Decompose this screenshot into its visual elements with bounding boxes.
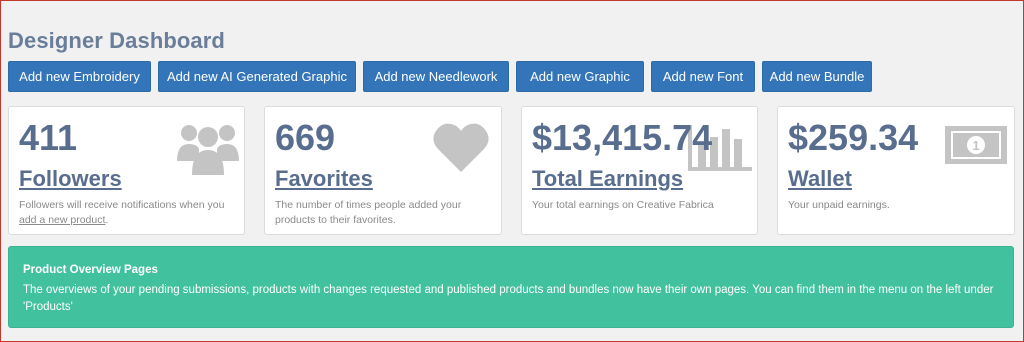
add-ai-graphic-button[interactable]: Add new AI Generated Graphic [158, 61, 356, 92]
money-bill-icon: 1 [944, 125, 1008, 170]
earnings-link[interactable]: Total Earnings [532, 166, 683, 192]
add-font-button[interactable]: Add new Font [651, 61, 755, 92]
followers-card: 411 Followers Followers will receive not… [8, 106, 245, 235]
add-needlework-button[interactable]: Add new Needlework [363, 61, 509, 92]
add-embroidery-button[interactable]: Add new Embroidery [8, 61, 151, 92]
followers-link[interactable]: Followers [19, 166, 122, 192]
followers-desc-end: . [105, 214, 109, 226]
add-bundle-button[interactable]: Add new Bundle [762, 61, 872, 92]
page-title: Designer Dashboard [8, 28, 225, 53]
followers-desc-text: Followers will receive notifications whe… [19, 199, 225, 211]
banner-title: Product Overview Pages [23, 264, 158, 276]
followers-count: 411 [19, 117, 78, 158]
earnings-description: Your total earnings on Creative Fabrica [532, 199, 714, 211]
heart-icon [432, 122, 490, 179]
earnings-total: $13,415.74 [532, 117, 713, 158]
earnings-card: $13,415.74 Total Earnings Your total ear… [521, 106, 758, 235]
followers-description: Followers will receive notifications whe… [19, 198, 236, 228]
users-icon [177, 119, 239, 182]
favorites-description: The number of times people added your pr… [275, 199, 462, 226]
wallet-description: Your unpaid earnings. [788, 199, 890, 211]
favorites-count: 669 [275, 117, 336, 158]
add-new-product-link[interactable]: add a new product [19, 214, 105, 226]
svg-text:1: 1 [972, 138, 979, 153]
banner-text: The overviews of your pending submission… [23, 284, 994, 313]
wallet-card: 1 $259.34 Wallet Your unpaid earnings. [777, 106, 1015, 235]
favorites-link[interactable]: Favorites [275, 166, 373, 192]
add-graphic-button[interactable]: Add new Graphic [516, 61, 644, 92]
favorites-card: 669 Favorites The number of times people… [264, 106, 502, 235]
wallet-balance: $259.34 [788, 117, 919, 158]
wallet-link[interactable]: Wallet [788, 166, 852, 192]
product-overview-banner: Product Overview Pages The overviews of … [8, 246, 1014, 328]
